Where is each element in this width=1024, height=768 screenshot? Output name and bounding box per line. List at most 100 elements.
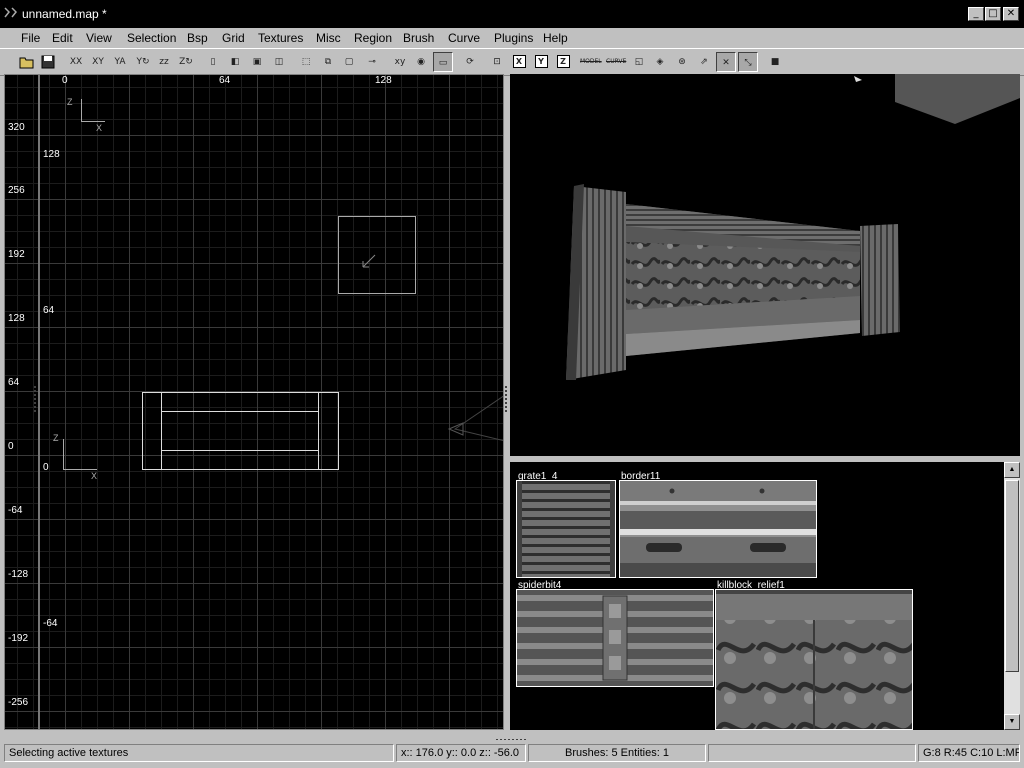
menu-misc[interactable]: Misc: [316, 31, 341, 45]
menu-file[interactable]: File: [21, 31, 40, 45]
scroll-down-button[interactable]: ▼: [1004, 714, 1020, 730]
texture-browser[interactable]: grate1_4 border11 spiderbit4 killblock_r…: [510, 462, 1004, 730]
menu-bar: File Edit View Selection Bsp Grid Textur…: [0, 28, 1024, 48]
ruler-left-label: 0: [8, 441, 14, 452]
csg-merge-icon[interactable]: ◧: [225, 52, 245, 72]
scale-icon[interactable]: ⊡: [487, 52, 507, 72]
ruler-left-label: 128: [8, 313, 25, 324]
axis-x-label: X: [96, 123, 103, 133]
axis-x-button[interactable]: X: [509, 52, 529, 72]
camera-3d-view[interactable]: [510, 74, 1020, 456]
ruler-left-label: 320: [8, 122, 25, 133]
origin-z-label: Z: [53, 433, 59, 443]
menu-bsp[interactable]: Bsp: [187, 31, 208, 45]
brush-outline[interactable]: [142, 392, 339, 470]
menu-plugins[interactable]: Plugins: [494, 31, 533, 45]
rotate-y-icon[interactable]: zz: [154, 52, 174, 72]
menu-selection[interactable]: Selection: [127, 31, 176, 45]
dont-select-model-icon[interactable]: MODEL: [580, 52, 602, 72]
grid-y-label: 128: [43, 149, 60, 160]
maximize-button[interactable]: □: [985, 7, 1001, 21]
status-counts: Brushes: 5 Entities: 1: [528, 744, 706, 762]
texture-thumb-killblock-relief1[interactable]: [715, 589, 913, 730]
axis-z-label: Z: [67, 97, 73, 107]
splitter-grip[interactable]: [496, 733, 530, 741]
menu-edit[interactable]: Edit: [52, 31, 73, 45]
axis-z-line: [81, 99, 82, 121]
menu-brush[interactable]: Brush: [403, 31, 434, 45]
splitter-grip[interactable]: [505, 386, 508, 416]
save-icon[interactable]: [38, 52, 58, 72]
texture-thumb-grate1-4[interactable]: [516, 480, 616, 578]
patch-drill-icon[interactable]: ⇗: [694, 52, 714, 72]
patch-wireframe-icon[interactable]: ◈: [650, 52, 670, 72]
dont-select-curve-icon[interactable]: CURVE: [606, 52, 626, 72]
select-touching-icon[interactable]: ⬚: [296, 52, 316, 72]
status-coords: x:: 176.0 y:: 0.0 z:: -56.0: [396, 744, 526, 762]
scroll-up-button[interactable]: ▲: [1004, 462, 1020, 478]
cubic-clip-icon[interactable]: ■: [765, 52, 785, 72]
grid-y-label: -64: [43, 618, 58, 629]
status-empty: [708, 744, 916, 762]
brush-edge: [318, 392, 319, 470]
menu-region[interactable]: Region: [354, 31, 392, 45]
brush-edge: [161, 392, 162, 470]
rotate-x-icon[interactable]: Y↻: [133, 52, 153, 72]
texture-scrollbar[interactable]: ▲ ▼: [1004, 462, 1020, 730]
clipper-icon[interactable]: ◫: [269, 52, 289, 72]
ruler-top-label: 64: [219, 75, 231, 86]
entity-arrow-icon: [362, 254, 376, 268]
menu-grid[interactable]: Grid: [222, 31, 245, 45]
texture-thumb-spiderbit4[interactable]: [516, 589, 714, 687]
origin-x-line: [63, 469, 97, 470]
ruler-top-label: 128: [375, 75, 392, 86]
splitter-grip[interactable]: [34, 386, 37, 416]
select-inside-icon[interactable]: ▢: [339, 52, 359, 72]
ruler-left-label: -192: [8, 633, 29, 644]
menu-textures[interactable]: Textures: [258, 31, 303, 45]
select-complete-icon[interactable]: ⊸: [362, 52, 382, 72]
window-title: unnamed.map *: [22, 7, 107, 21]
open-icon[interactable]: [17, 52, 37, 72]
axis-x-line: [81, 121, 105, 122]
title-bar: unnamed.map * _ □ ✕: [0, 0, 1024, 29]
brush-edge: [161, 450, 318, 451]
csg-subtract-icon[interactable]: ▯: [203, 52, 223, 72]
camera-marker-icon: [447, 395, 503, 442]
camera-icon[interactable]: ▭: [433, 52, 453, 72]
scroll-thumb[interactable]: [1005, 480, 1019, 672]
flip-x-icon[interactable]: XX: [66, 52, 86, 72]
axis-y-button[interactable]: Y: [531, 52, 551, 72]
entity-box[interactable]: [338, 216, 416, 294]
brush-edge: [161, 411, 318, 412]
splitter-grip[interactable]: [750, 458, 784, 466]
ruler-left-label: 256: [8, 185, 25, 196]
free-scale-icon[interactable]: ⤡: [738, 52, 758, 72]
camera-movement-icon[interactable]: ⟳: [460, 52, 480, 72]
select-partial-icon[interactable]: ⧉: [318, 52, 338, 72]
close-button[interactable]: ✕: [1003, 7, 1019, 21]
free-rotation-icon[interactable]: ✕: [716, 52, 736, 72]
app-icon: [4, 7, 18, 18]
menu-curve[interactable]: Curve: [448, 31, 480, 45]
ruler-divider: [38, 75, 40, 729]
rotate-z-icon[interactable]: Z↻: [176, 52, 196, 72]
show-patch-bounding-icon[interactable]: ◱: [629, 52, 649, 72]
texture-lock-icon[interactable]: ◉: [411, 52, 431, 72]
axis-z-button[interactable]: Z: [553, 52, 573, 72]
xz-grid-view[interactable]: 0 64 128 320 256 192 128 64 0 -64 -128 -…: [4, 74, 504, 730]
menu-help[interactable]: Help: [543, 31, 568, 45]
flip-y-icon[interactable]: XY: [88, 52, 108, 72]
menu-view[interactable]: View: [86, 31, 112, 45]
hollow-icon[interactable]: ▣: [247, 52, 267, 72]
status-bar: Selecting active textures x:: 176.0 y:: …: [0, 740, 1024, 768]
grid-y-label: 64: [43, 305, 55, 316]
texture-thumb-border11[interactable]: [619, 480, 817, 578]
minimize-button[interactable]: _: [968, 7, 984, 21]
ruler-left-label: 192: [8, 249, 25, 260]
patch-weld-icon[interactable]: ⊛: [672, 52, 692, 72]
ruler-left-label: -256: [8, 697, 29, 708]
flip-z-icon[interactable]: YA: [110, 52, 130, 72]
change-view-icon[interactable]: xy: [390, 52, 410, 72]
ruler-top-label: 0: [62, 75, 68, 86]
